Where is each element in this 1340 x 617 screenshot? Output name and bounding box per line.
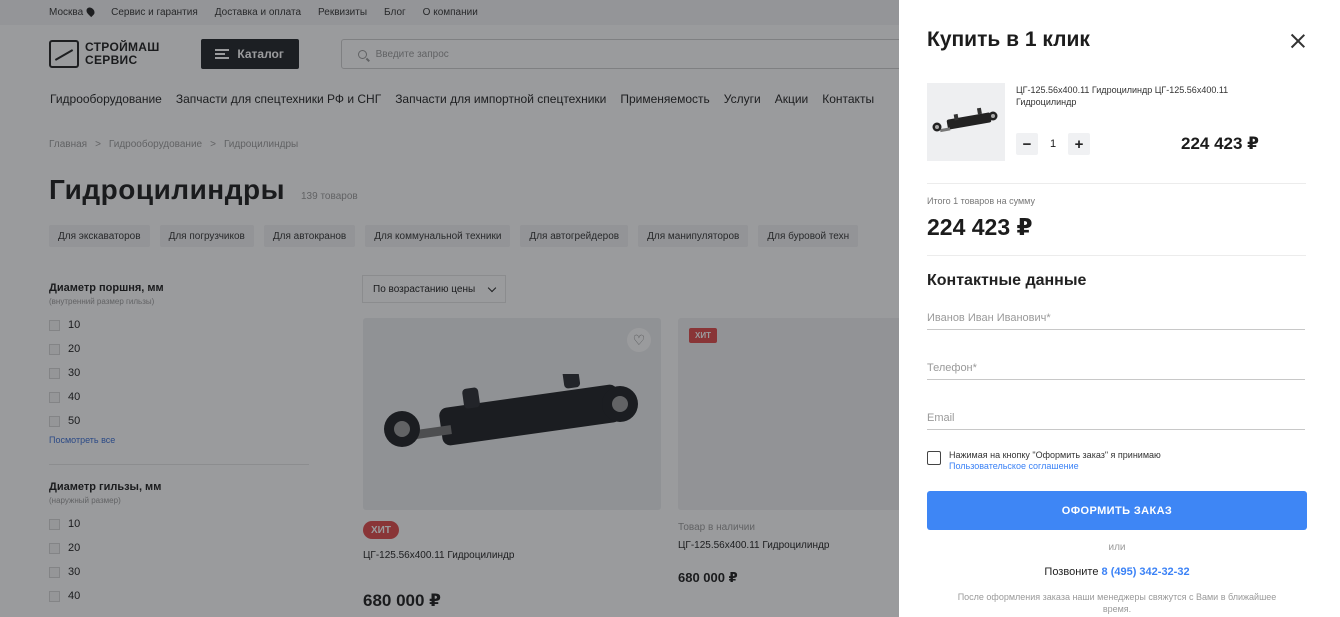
phone-field[interactable] xyxy=(927,357,1305,380)
total-label: Итого 1 товаров на сумму xyxy=(927,196,1035,206)
drawer-title: Купить в 1 клик xyxy=(927,28,1090,51)
or-separator: или xyxy=(1108,542,1126,553)
place-order-button[interactable]: ОФОРМИТЬ ЗАКАЗ xyxy=(927,491,1307,530)
agreement-row: Нажимая на кнопку "Оформить заказ" я при… xyxy=(927,449,1161,471)
cart-item-name: ЦГ-125.56х400.11 Гидроцилиндр ЦГ-125.56х… xyxy=(1016,85,1229,107)
total-value: 224 423 ₽ xyxy=(927,214,1033,240)
email-field[interactable] xyxy=(927,407,1305,430)
divider xyxy=(927,255,1306,256)
phone-link[interactable]: 8 (495) 342-32-32 xyxy=(1102,566,1190,578)
call-prompt: Позвоните 8 (495) 342-32-32 xyxy=(927,566,1307,578)
agreement-text: Нажимая на кнопку "Оформить заказ" я при… xyxy=(949,450,1161,460)
increase-quantity-button[interactable]: + xyxy=(1068,133,1090,155)
call-label: Позвоните xyxy=(1044,566,1099,578)
user-agreement-link[interactable]: Пользовательское соглашение xyxy=(949,461,1161,471)
divider xyxy=(927,183,1306,184)
decrease-quantity-button[interactable]: − xyxy=(1016,133,1038,155)
hydraulic-cylinder-thumb-icon xyxy=(932,107,998,133)
full-name-field[interactable] xyxy=(927,307,1305,330)
quantity-value: 1 xyxy=(1049,138,1057,150)
quick-buy-drawer: Купить в 1 клик ЦГ-125.56х400.11 Гидроци… xyxy=(899,0,1340,617)
quantity-stepper: − 1 + xyxy=(1016,133,1090,155)
agreement-checkbox[interactable] xyxy=(927,451,941,465)
callback-note: После оформления заказа наши менеджеры с… xyxy=(957,592,1277,614)
cart-item-price: 224 423 ₽ xyxy=(1181,134,1260,153)
close-icon[interactable] xyxy=(1290,33,1306,49)
contact-section-title: Контактные данные xyxy=(927,272,1087,289)
product-thumbnail xyxy=(927,83,1005,161)
